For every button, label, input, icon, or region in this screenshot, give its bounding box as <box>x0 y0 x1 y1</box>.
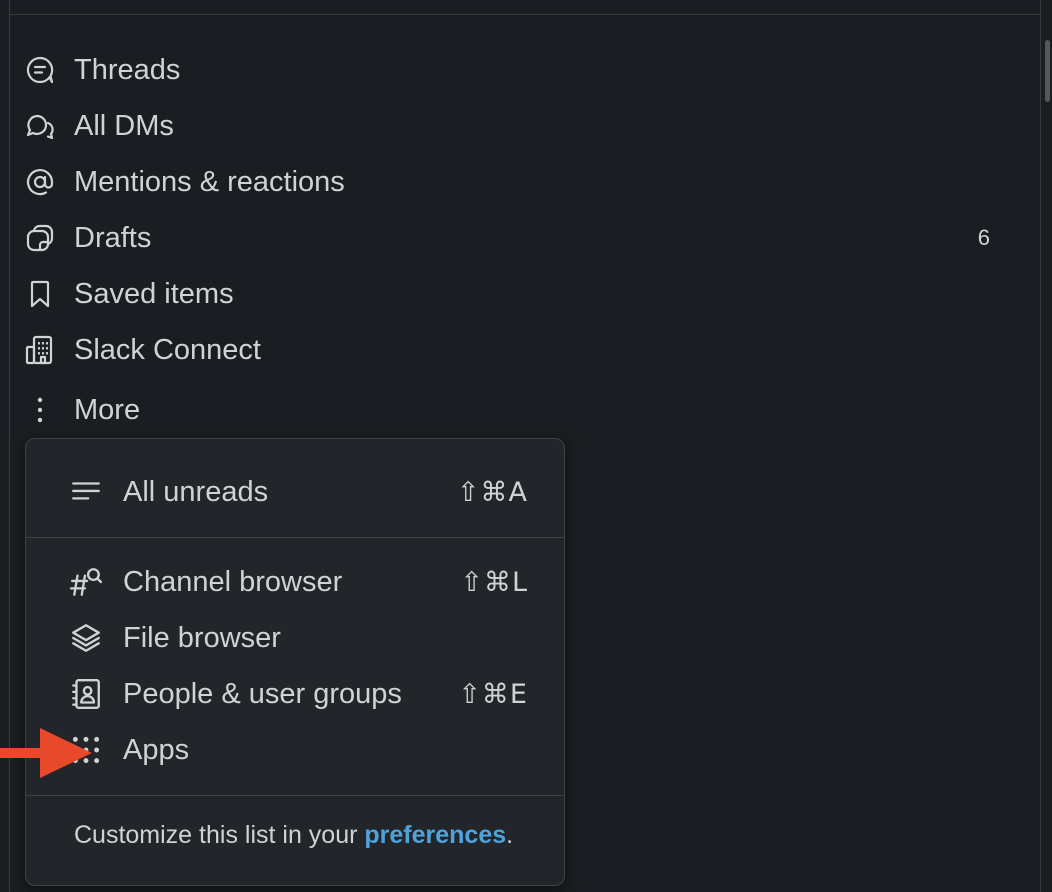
sidebar-item-mentions[interactable]: Mentions & reactions <box>22 160 1012 204</box>
menu-item-file-browser[interactable]: File browser <box>68 614 528 662</box>
footer-text: Customize this list in your <box>74 821 365 849</box>
sidebar-item-label: More <box>74 393 141 426</box>
slack-sidebar: Threads All DMs Mentions & reactions Dra… <box>0 0 1052 892</box>
menu-item-all-unreads[interactable]: All unreads ⇧⌘A <box>68 468 528 516</box>
at-sign-icon <box>22 164 58 200</box>
contact-book-icon <box>68 676 104 712</box>
preferences-link[interactable]: preferences <box>364 821 506 849</box>
menu-divider <box>26 795 564 796</box>
top-divider <box>9 14 1040 15</box>
menu-item-label: File browser <box>123 621 281 654</box>
sidebar-item-slack-connect[interactable]: Slack Connect <box>22 328 1012 372</box>
scrollbar-thumb[interactable] <box>1045 40 1050 102</box>
menu-item-channel-browser[interactable]: Channel browser ⇧⌘L <box>68 558 528 606</box>
menu-item-label: Channel browser <box>123 565 343 598</box>
sidebar-item-label: Mentions & reactions <box>74 165 345 198</box>
menu-divider <box>26 537 564 538</box>
menu-item-apps[interactable]: Apps <box>68 726 528 774</box>
sidebar-item-all-dms[interactable]: All DMs <box>22 104 1012 148</box>
drafts-icon <box>22 220 58 256</box>
layers-icon <box>68 620 104 656</box>
sidebar-item-drafts[interactable]: Drafts 6 <box>22 216 1012 260</box>
sidebar-item-threads[interactable]: Threads <box>22 48 1012 92</box>
sidebar-item-label: Threads <box>74 53 181 86</box>
channel-search-icon <box>68 564 104 600</box>
sidebar-item-saved-items[interactable]: Saved items <box>22 272 1012 316</box>
vertical-dots-icon <box>22 392 58 428</box>
keyboard-shortcut: ⇧⌘L <box>460 566 528 598</box>
threads-icon <box>22 52 58 88</box>
menu-item-people-user-groups[interactable]: People & user groups ⇧⌘E <box>68 670 528 718</box>
menu-item-label: People & user groups <box>123 677 402 710</box>
keyboard-shortcut: ⇧⌘A <box>456 476 528 508</box>
customize-footer: Customize this list in your preferences. <box>74 821 513 850</box>
sidebar-item-label: Slack Connect <box>74 333 261 366</box>
scrollbar-track[interactable] <box>1040 0 1052 892</box>
sidebar-item-label: Saved items <box>74 277 234 310</box>
keyboard-shortcut: ⇧⌘E <box>458 678 528 710</box>
dms-icon <box>22 108 58 144</box>
menu-item-label: Apps <box>123 733 190 766</box>
annotation-arrow-icon <box>0 728 92 778</box>
sidebar-item-label: Drafts <box>74 221 152 254</box>
more-menu: All unreads ⇧⌘A Channel browser ⇧⌘L File… <box>25 438 565 886</box>
building-icon <box>22 332 58 368</box>
menu-item-label: All unreads <box>123 475 269 508</box>
sidebar-item-more[interactable]: More <box>22 388 1012 432</box>
bookmark-icon <box>22 276 58 312</box>
lines-icon <box>68 474 104 510</box>
sidebar-item-label: All DMs <box>74 109 174 142</box>
footer-period: . <box>506 821 514 849</box>
drafts-count-badge: 6 <box>977 225 990 250</box>
